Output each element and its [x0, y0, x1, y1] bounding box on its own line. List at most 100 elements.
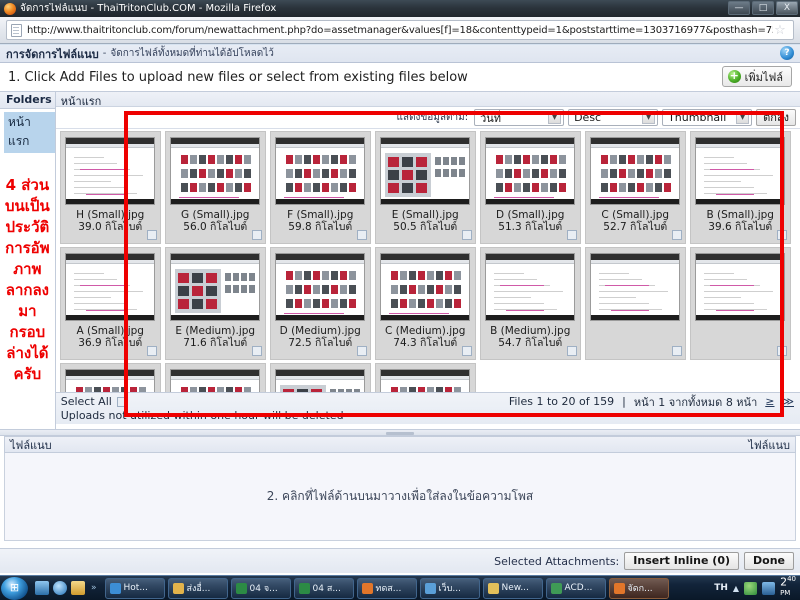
taskbar-task-label: จัดก... [627, 584, 653, 594]
thumbnail-item[interactable]: G (Small).jpg 56.0 กิโลไบต์ [164, 131, 266, 244]
thumbnail-filesize: 71.6 กิโลไบต์ [183, 337, 248, 349]
maximize-button[interactable]: □ [752, 1, 774, 15]
thumbnail-image [65, 369, 156, 392]
show-hidden-icons-icon[interactable]: ▲ [733, 584, 739, 593]
thumbnail-checkbox[interactable] [356, 230, 367, 240]
thumbnail-filesize: 72.5 กิโลไบต์ [288, 337, 353, 349]
help-icon[interactable]: ? [780, 46, 794, 60]
thumbnail-item[interactable]: C (Medium).jpg 74.3 กิโลไบต์ [374, 247, 476, 360]
taskbar-task-icon [109, 582, 121, 594]
thumbnail-item[interactable]: B (Medium).jpg 54.7 กิโลไบต์ [479, 247, 581, 360]
thumbnail-item[interactable] [689, 247, 791, 360]
attachments-dropzone[interactable]: 2. คลิกที่ไฟล์ด้านบนมาวางเพื่อใส่ลงในข้อ… [4, 453, 796, 541]
last-page-link[interactable]: ≫ [782, 395, 794, 408]
taskbar-task-button[interactable]: 04 ส... [293, 577, 354, 599]
attachments-pane: ไฟล์แนบ ไฟล์แนบ 2. คลิกที่ไฟล์ด้านบนมาวา… [0, 436, 800, 548]
taskbar-task-button[interactable]: New... [482, 577, 543, 599]
done-button[interactable]: Done [744, 552, 794, 570]
thumbnail-checkbox[interactable] [776, 346, 787, 356]
start-button-icon[interactable]: ⊞ [1, 576, 28, 600]
taskbar-task-label: Hot... [123, 583, 148, 593]
messenger-icon[interactable] [744, 581, 758, 595]
thumbnail-item[interactable] [584, 247, 686, 360]
taskbar-task-button[interactable]: Hot... [104, 577, 165, 599]
thumbnail-item[interactable] [164, 363, 266, 392]
show-desktop-icon[interactable] [35, 581, 49, 595]
thumbnail-checkbox[interactable] [671, 230, 682, 240]
thumbnail-image [380, 137, 471, 205]
thumbnail-checkbox[interactable] [776, 230, 787, 240]
thumbnail-checkbox[interactable] [356, 346, 367, 356]
thumbnail-item[interactable]: A (Small).jpg 36.9 กิโลไบต์ [59, 247, 161, 360]
taskbar-task-button[interactable]: เว็บ... [419, 577, 480, 599]
close-button[interactable]: X [776, 1, 798, 15]
thumbnail-image [65, 137, 156, 205]
thumbnail-item[interactable]: E (Small).jpg 50.5 กิโลไบต์ [374, 131, 476, 244]
chevron-down-icon: ▼ [642, 111, 656, 124]
internet-explorer-icon[interactable] [53, 581, 67, 595]
thumbnail-item[interactable] [374, 363, 476, 392]
thumbnail-checkbox[interactable] [146, 346, 157, 356]
taskbar-task-button[interactable]: ทดส... [356, 577, 417, 599]
view-mode-select[interactable]: Thumbnail ▼ [662, 109, 753, 126]
thumbnail-item[interactable]: C (Small).jpg 52.7 กิโลไบต์ [584, 131, 686, 244]
thumbnail-checkbox[interactable] [146, 230, 157, 240]
thumbnail-filename: C (Medium).jpg [385, 325, 466, 337]
thumbnail-checkbox[interactable] [566, 230, 577, 240]
page-icon [11, 23, 22, 37]
select-all-checkbox[interactable] [116, 396, 127, 407]
thumbnail-checkbox[interactable] [461, 230, 472, 240]
thumbnail-image [590, 137, 681, 205]
files-pane: หน้าแรก แสดงข้อมูลตาม: วันที่ ▼ Desc ▼ T… [55, 92, 800, 429]
manager-main-area: Folders หน้าแรก 4 ส่วนบนเป็น ประวัติการอั… [0, 91, 800, 429]
thumbnail-grid: H (Small).jpg 39.0 กิโลไบต์ G (Small).jpg 5… [59, 131, 800, 392]
taskbar-task-button[interactable]: จัดก... [608, 577, 669, 599]
thumbnail-filesize: 51.3 กิโลไบต์ [498, 221, 563, 233]
taskbar-task-label: ส่งอื่... [186, 584, 211, 594]
thumbnail-checkbox[interactable] [671, 346, 682, 356]
thumbnail-item[interactable]: D (Medium).jpg 72.5 กิโลไบต์ [269, 247, 371, 360]
folders-pane: Folders หน้าแรก 4 ส่วนบนเป็น ประวัติการอั… [0, 92, 56, 429]
network-icon[interactable] [762, 581, 776, 595]
add-files-button[interactable]: + เพิ่มไฟล์ [721, 66, 792, 87]
bookmark-star-icon[interactable]: ☆ [773, 24, 787, 37]
thumbnail-item[interactable]: E (Medium).jpg 71.6 กิโลไบต์ [164, 247, 266, 360]
folder-icon[interactable] [71, 581, 85, 595]
thumbnail-item[interactable]: F (Small).jpg 59.8 กิโลไบต์ [269, 131, 371, 244]
thumbnail-item[interactable]: D (Small).jpg 51.3 กิโลไบต์ [479, 131, 581, 244]
url-bar[interactable]: http://www.thaitritonclub.com/forum/newa… [6, 20, 794, 40]
sidebar-item-home[interactable]: หน้าแรก [4, 112, 55, 153]
insert-inline-button[interactable]: Insert Inline (0) [624, 552, 740, 570]
thumbnail-image [170, 137, 261, 205]
thumbnail-checkbox[interactable] [251, 346, 262, 356]
desktop-screen: จัดการไฟล์แนบ - ThaiTritonClub.COM - Moz… [0, 0, 800, 600]
next-page-link[interactable]: ≥ [765, 395, 774, 408]
thumbnail-item[interactable] [59, 363, 161, 392]
files-range-text: Files 1 to 20 of 159 [508, 395, 615, 408]
thumbnail-item[interactable]: H (Small).jpg 39.0 กิโลไบต์ [59, 131, 161, 244]
taskbar-task-icon [172, 582, 184, 594]
taskbar-task-button[interactable]: ส่งอื่... [167, 577, 228, 599]
sort-field-value: วันที่ [480, 111, 502, 125]
thumbnail-grid-container[interactable]: H (Small).jpg 39.0 กิโลไบต์ G (Small).jpg 5… [55, 129, 800, 392]
thumbnail-image [590, 253, 681, 321]
minimize-button[interactable]: — [728, 1, 750, 15]
attachments-header-right: ไฟล์แนบ [748, 438, 790, 452]
clock[interactable]: 240 PM [780, 576, 796, 600]
taskbar-task-label: New... [501, 583, 529, 593]
thumbnail-item[interactable] [269, 363, 371, 392]
sort-direction-select[interactable]: Desc ▼ [568, 109, 659, 126]
sort-field-select[interactable]: วันที่ ▼ [474, 109, 565, 126]
apply-filter-button[interactable]: ตกลง [756, 109, 796, 126]
thumbnail-checkbox[interactable] [566, 346, 577, 356]
thumbnail-filename: D (Medium).jpg [279, 325, 361, 337]
thumbnail-checkbox[interactable] [251, 230, 262, 240]
pane-splitter[interactable] [0, 429, 800, 436]
chevron-right-icon[interactable]: » [91, 583, 97, 593]
thumbnail-checkbox[interactable] [461, 346, 472, 356]
taskbar-task-button[interactable]: ACD... [545, 577, 606, 599]
view-mode-value: Thumbnail [668, 111, 727, 124]
taskbar-task-button[interactable]: 04 จ... [230, 577, 291, 599]
thumbnail-item[interactable]: B (Small).jpg 39.6 กิโลไบต์ [689, 131, 791, 244]
language-indicator[interactable]: TH [714, 583, 728, 593]
